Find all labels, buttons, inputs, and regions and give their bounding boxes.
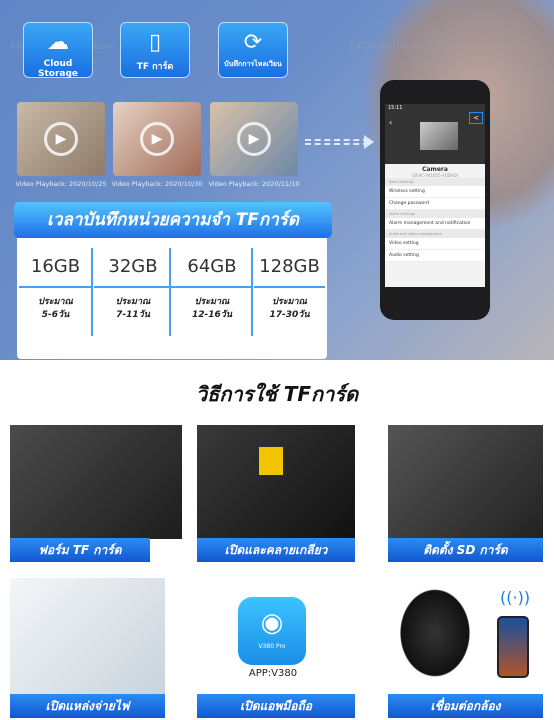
capacity-size: 64GB bbox=[172, 246, 252, 288]
duration: ประมาณ 7-11วัน bbox=[115, 297, 151, 320]
feature-cloud-storage: ☁ Cloud Storage bbox=[23, 22, 93, 79]
step-label: เปิดแอพมือถือ bbox=[197, 694, 355, 718]
capacity-size: 16GB bbox=[19, 246, 92, 288]
section-title: Audio and video management bbox=[385, 230, 485, 238]
playback-caption: Video Playback: 2020/10/30 bbox=[111, 180, 203, 188]
divider bbox=[91, 248, 93, 336]
step-label: ฟอร์ม TF การ์ด bbox=[10, 538, 150, 562]
sd-slot-photo bbox=[388, 425, 543, 539]
app-label: APP:V380 bbox=[248, 668, 298, 679]
section-title: Basic Settings bbox=[385, 178, 485, 186]
storage-banner: EKCAM Official Store EKCAM Official Stor… bbox=[0, 0, 554, 360]
table-title: เวลาบันทึกหน่วยความจำ TFการ์ด bbox=[14, 202, 332, 238]
duration: ประมาณ 5-6วัน bbox=[38, 297, 73, 320]
video-thumbnail[interactable]: ▶ bbox=[210, 102, 298, 176]
video-thumbnail[interactable]: ▶ bbox=[113, 102, 201, 176]
play-icon: ▶ bbox=[237, 122, 271, 156]
duration: ประมาณ 17-30วัน bbox=[269, 297, 310, 320]
share-icon[interactable]: < bbox=[469, 112, 483, 124]
smartphone-image bbox=[497, 616, 529, 678]
app-name: V380 Pro bbox=[258, 643, 286, 650]
capacity-column: 128GB ประมาณ 17-30วัน bbox=[254, 246, 325, 334]
capacity-column: 32GB ประมาณ 7-11วัน bbox=[94, 246, 172, 334]
capacity-table: 16GB ประมาณ 5-6วัน 32GB ประมาณ 7-11วัน 64GB ป… bbox=[17, 238, 327, 359]
laptop-sd-photo bbox=[10, 425, 182, 539]
v380-app-icon[interactable]: ◉ V380 Pro bbox=[238, 597, 306, 665]
status-time: 15:11 bbox=[388, 105, 403, 111]
phone: 15:11 ‹ < Camera (SSAC-041655-ADDAD) Bas… bbox=[380, 80, 490, 320]
play-icon: ▶ bbox=[44, 122, 78, 156]
feature-label: บันทึกการไหลเวียน bbox=[224, 60, 282, 68]
divider bbox=[169, 248, 171, 336]
settings-row-audio[interactable]: Audio setting bbox=[385, 250, 485, 262]
feature-label: TF การ์ด bbox=[136, 62, 174, 72]
playback-caption: Video Playback: 2020/10/25 bbox=[15, 180, 107, 188]
feature-loop-record: ⟳ บันทึกการไหลเวียน bbox=[218, 22, 288, 78]
capacity-column: 64GB ประมาณ 12-16วัน bbox=[172, 246, 252, 334]
arrow-head bbox=[364, 135, 374, 149]
step-label: ติดตั้ง SD การ์ด bbox=[388, 538, 543, 562]
camera-icon: ◉ bbox=[260, 608, 284, 638]
back-icon[interactable]: ‹ bbox=[389, 118, 392, 127]
section-title: Alarm Settings bbox=[385, 210, 485, 218]
settings-row-video[interactable]: Video setting bbox=[385, 238, 485, 250]
settings-row-wireless[interactable]: Wireless setting bbox=[385, 186, 485, 198]
video-thumbnail[interactable]: ▶ bbox=[17, 102, 105, 176]
camera-preview bbox=[420, 122, 458, 150]
feature-label: Cloud Storage bbox=[37, 59, 79, 79]
sd-card-icon: ▯ bbox=[148, 30, 162, 55]
camera-cover-photo bbox=[197, 425, 355, 539]
step-label: เปิดและคลายเกลียว bbox=[197, 538, 355, 562]
camera-name: Camera bbox=[422, 166, 448, 173]
settings-row-password[interactable]: Change password bbox=[385, 198, 485, 210]
loop-record-icon: ⟳ bbox=[243, 30, 263, 55]
phone-screen: 15:11 ‹ < Camera (SSAC-041655-ADDAD) Bas… bbox=[385, 104, 485, 287]
power-strip-photo bbox=[10, 578, 165, 696]
step-label: เชื่อมต่อกล้อง bbox=[388, 694, 543, 718]
capacity-size: 128GB bbox=[254, 246, 325, 288]
step-label: เปิดแหล่งจ่ายไฟ bbox=[10, 694, 165, 718]
capacity-size: 32GB bbox=[94, 246, 172, 288]
watermark: EKCAM Official Store bbox=[350, 42, 455, 52]
sd-card-icon bbox=[259, 447, 283, 475]
feature-tf-card: ▯ TF การ์ด bbox=[120, 22, 190, 78]
settings-row-alarm[interactable]: Alarm management and notification bbox=[385, 218, 485, 230]
arrow-icon bbox=[305, 139, 369, 145]
playback-caption: Video Playback: 2020/11/10 bbox=[208, 180, 300, 188]
play-icon: ▶ bbox=[140, 122, 174, 156]
wifi-icon: ((·)) bbox=[500, 588, 531, 607]
cloud-icon: ☁ bbox=[47, 30, 69, 55]
howto-title: วิธีการใช้ TFการ์ด bbox=[195, 382, 359, 406]
ptz-camera-photo bbox=[395, 583, 475, 683]
duration: ประมาณ 12-16วัน bbox=[192, 297, 232, 320]
divider bbox=[251, 248, 253, 336]
capacity-column: 16GB ประมาณ 5-6วัน bbox=[19, 246, 92, 334]
